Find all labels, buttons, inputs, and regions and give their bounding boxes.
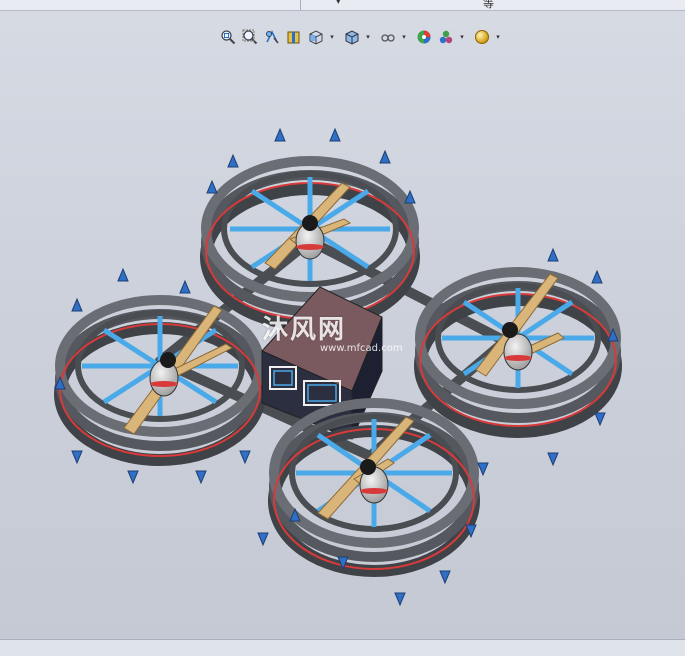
status-bar [0, 639, 685, 656]
rotor-assembly [414, 267, 622, 438]
rotor-assembly [54, 295, 266, 466]
watermark-logo: 沐风网 [262, 315, 347, 345]
tab-edge[interactable] [0, 0, 301, 10]
watermark-url: www.mfcad.com [320, 343, 403, 354]
top-tab-strip: ▾ 等 [0, 0, 685, 11]
dropdown-arrow-icon[interactable]: ▾ [336, 0, 341, 7]
tab-label[interactable]: 等 [483, 0, 494, 11]
graphics-viewport[interactable]: ▾ ▾ ▾ ▾ ▾ 沐风网 www.mfcad.com [0, 11, 685, 639]
rotor-assembly [268, 398, 480, 577]
